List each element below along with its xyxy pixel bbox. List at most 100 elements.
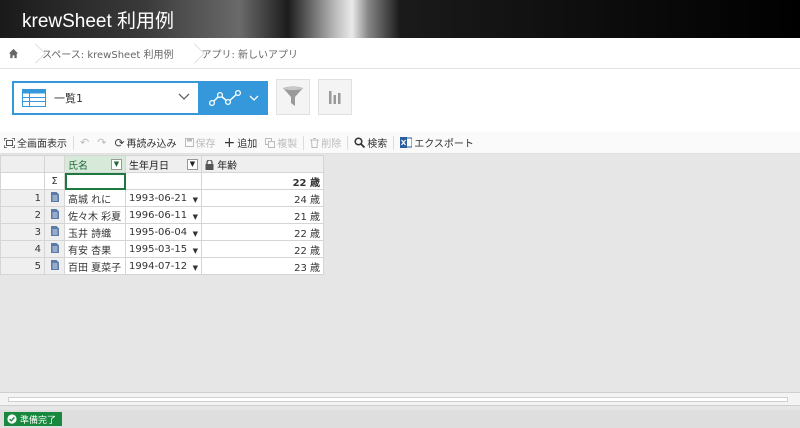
cell-name[interactable]: 高城 れに	[64, 189, 126, 207]
sigma-icon: Σ	[44, 172, 65, 190]
cell-age: 22 歳	[201, 223, 324, 241]
record-detail-icon[interactable]	[44, 206, 65, 224]
row-number[interactable]: 2	[0, 206, 45, 224]
redo-button[interactable]: ↷	[93, 132, 110, 153]
trash-icon	[310, 137, 320, 148]
chevron-down-icon	[249, 95, 259, 101]
table-row[interactable]: 1 高城 れに 1993-06-21 ▼ 24 歳	[0, 189, 324, 207]
column-header-name[interactable]: 氏名 ▼	[64, 155, 126, 173]
save-button[interactable]: 保存	[181, 132, 220, 153]
cell-birth[interactable]: 1994-07-12 ▼	[125, 257, 202, 275]
breadcrumb: スペース: krewSheet 利用例 アプリ: 新しいアプリ	[0, 38, 800, 69]
copy-icon	[265, 137, 276, 148]
save-icon	[184, 138, 194, 147]
app-title: krewSheet 利用例	[22, 11, 175, 32]
column-label-name: 氏名	[68, 160, 88, 172]
record-detail-icon[interactable]	[44, 189, 65, 207]
add-button[interactable]: + 追加	[220, 132, 262, 153]
search-label: 検索	[367, 139, 388, 150]
icon-column-header	[44, 155, 65, 173]
date-dropdown-icon[interactable]: ▼	[193, 230, 198, 238]
check-circle-icon	[7, 414, 17, 424]
date-dropdown-icon[interactable]: ▼	[193, 196, 198, 204]
cell-birth[interactable]: 1995-03-15 ▼	[125, 240, 202, 258]
status-bar: 準備完了	[0, 410, 800, 428]
view-selector[interactable]: 一覧1	[12, 81, 200, 115]
reload-button[interactable]: ⟳ 再読み込み	[110, 132, 180, 153]
column-dropdown-icon[interactable]: ▼	[187, 158, 198, 170]
cell-name[interactable]: 佐々木 彩夏	[64, 206, 126, 224]
cell-name[interactable]: 玉井 詩織	[64, 223, 126, 241]
column-dropdown-icon[interactable]: ▼	[111, 158, 122, 170]
summary-cell-birth[interactable]	[125, 172, 202, 190]
summary-row: Σ 22 歳	[0, 172, 324, 190]
toolbar-divider	[393, 135, 395, 150]
fullscreen-icon	[4, 137, 15, 148]
cell-age: 22 歳	[201, 240, 324, 258]
record-detail-icon[interactable]	[44, 223, 65, 241]
row-number[interactable]: 3	[0, 223, 45, 241]
chevron-down-icon	[178, 93, 190, 100]
scrollbar-thumb[interactable]	[8, 397, 788, 402]
table-row[interactable]: 5 百田 夏菜子 1994-07-12 ▼ 23 歳	[0, 257, 324, 275]
row-number[interactable]: 4	[0, 240, 45, 258]
corner-cell[interactable]	[0, 155, 45, 173]
cell-name[interactable]: 有安 杏果	[64, 240, 126, 258]
record-detail-icon[interactable]	[44, 240, 65, 258]
breadcrumb-space[interactable]: スペース: krewSheet 利用例	[36, 46, 185, 61]
redo-icon: ↷	[97, 136, 107, 149]
filter-button[interactable]	[276, 79, 310, 115]
breadcrumb-separator	[26, 38, 36, 68]
breadcrumb-separator	[185, 38, 195, 68]
summary-cell-age: 22 歳	[201, 172, 324, 190]
search-icon	[354, 137, 366, 148]
status-badge: 準備完了	[4, 412, 63, 426]
table-row[interactable]: 2 佐々木 彩夏 1996-06-11 ▼ 21 歳	[0, 206, 324, 224]
column-label-birth: 生年月日	[129, 160, 169, 172]
chart-button[interactable]	[318, 79, 352, 115]
breadcrumb-app[interactable]: アプリ: 新しいアプリ	[195, 46, 310, 61]
export-button[interactable]: エクスポート	[396, 132, 478, 153]
cell-name[interactable]: 百田 夏菜子	[64, 257, 126, 275]
cell-birth-value: 1996-06-11	[129, 209, 188, 221]
toolbar-divider	[73, 135, 74, 150]
row-number[interactable]: 1	[0, 189, 45, 207]
delete-button[interactable]: 削除	[306, 132, 345, 153]
plus-icon: +	[223, 134, 236, 151]
row-number[interactable]: 5	[0, 257, 45, 275]
horizontal-scrollbar[interactable]	[0, 392, 800, 406]
record-detail-icon[interactable]	[44, 257, 65, 275]
copy-button[interactable]: 複製	[261, 132, 301, 153]
undo-button[interactable]: ↶	[76, 132, 93, 153]
table-icon	[22, 89, 46, 107]
reload-label: 再読み込み	[126, 139, 177, 150]
copy-label: 複製	[277, 139, 298, 150]
toolbar-divider	[347, 135, 349, 150]
reload-icon: ⟳	[114, 135, 125, 150]
date-dropdown-icon[interactable]: ▼	[193, 213, 198, 221]
cell-birth[interactable]: 1993-06-21 ▼	[125, 189, 202, 207]
bar-chart-icon	[329, 91, 341, 104]
view-bar: 一覧1	[0, 69, 800, 132]
fullscreen-label: 全画面表示	[17, 139, 67, 150]
cell-birth[interactable]: 1996-06-11 ▼	[125, 206, 202, 224]
table-row[interactable]: 3 玉井 詩織 1995-06-04 ▼ 22 歳	[0, 223, 324, 241]
line-graph-icon	[209, 89, 242, 107]
app-header: krewSheet 利用例	[0, 0, 800, 38]
home-icon[interactable]	[0, 38, 26, 68]
cell-birth[interactable]: 1995-06-04 ▼	[125, 223, 202, 241]
column-header-age[interactable]: 年齢	[201, 155, 324, 173]
column-header-birth[interactable]: 生年月日 ▼	[125, 155, 202, 173]
lock-icon	[205, 158, 214, 170]
cell-birth-value: 1994-07-12	[129, 260, 188, 272]
fullscreen-button[interactable]: 全画面表示	[0, 132, 71, 153]
graph-view-button[interactable]	[200, 81, 268, 115]
summary-cell-name[interactable]	[64, 172, 126, 190]
toolbar-divider	[303, 135, 305, 150]
row-number	[0, 172, 45, 190]
search-button[interactable]: 検索	[350, 132, 391, 153]
date-dropdown-icon[interactable]: ▼	[193, 247, 198, 255]
cell-age: 24 歳	[201, 189, 324, 207]
date-dropdown-icon[interactable]: ▼	[193, 264, 198, 272]
table-row[interactable]: 4 有安 杏果 1995-03-15 ▼ 22 歳	[0, 240, 324, 258]
